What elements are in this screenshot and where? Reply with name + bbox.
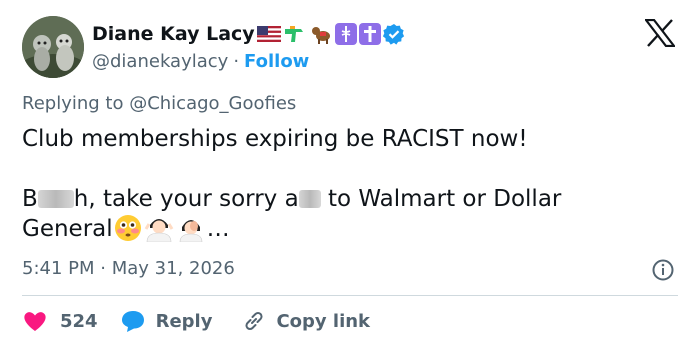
water-pistol-emoji [283,24,305,44]
reply-button[interactable]: Reply [120,309,213,333]
tweet-paragraph-gap [22,154,662,184]
avatar[interactable] [22,16,84,78]
verified-badge-icon[interactable] [382,23,405,45]
timestamp-separator: · [100,258,106,279]
service-dog-emoji [311,23,333,45]
tweet-line-2-start: B [22,186,38,212]
replying-to-prefix: Replying to [22,93,130,114]
latin-cross-emoji [358,23,381,45]
divider [22,295,678,296]
facepalm-emoji [176,214,206,250]
replying-to: Replying to @Chicago_Goofies [22,93,296,114]
x-logo-icon[interactable] [645,19,675,47]
like-button[interactable]: 524 [22,309,98,333]
tweet-line-3-ellipsis: … [206,216,230,242]
tweet-line-2: Bh, take your sorry a to Walmart or Doll… [22,184,662,214]
us-flag-emoji [256,26,281,42]
tweet-text: Club memberships expiring be RACIST now!… [22,124,662,244]
link-icon [245,311,263,331]
censor-blur-2 [298,190,321,208]
tweet-line-3-start: General [22,216,113,242]
like-count: 524 [60,310,98,332]
tweet-timestamp[interactable]: 5:41 PM · May 31, 2026 [22,258,235,279]
medical-symbol-emoji [334,23,357,45]
tweet-line-2-end: to Walmart or Dollar [320,186,562,212]
author-name-row: Diane Kay Lacy [92,21,405,47]
censor-blur-1 [37,190,74,208]
replying-to-mention[interactable]: @Chicago_Goofies [129,93,296,114]
handle-separator: · [233,50,240,72]
copy-link-label: Copy link [276,310,371,332]
tweet-line-1: Club memberships expiring be RACIST now! [22,126,528,152]
avatar-dogs-image [22,16,84,78]
heart-icon [24,312,46,331]
reply-label: Reply [155,310,213,332]
tweet-line-2-middle: h, take your sorry a [73,186,299,212]
tweet-actions: 524 Reply Copy link [22,308,370,334]
author-handle-row: @dianekaylacy · Follow [92,49,309,73]
follow-button[interactable]: Follow [244,51,309,72]
author-handle[interactable]: @dianekaylacy [92,51,228,72]
tweet-line-3: General … [22,214,662,244]
tweet-date: May 31, 2026 [111,258,235,279]
shrug-emoji [144,214,174,250]
flushed-face-emoji [114,214,142,250]
author-display-name[interactable]: Diane Kay Lacy [92,23,255,45]
copy-link-button[interactable]: Copy link [242,309,370,333]
reply-bubble-icon [121,311,144,332]
info-icon[interactable] [651,258,675,282]
tweet-time: 5:41 PM [22,258,95,279]
